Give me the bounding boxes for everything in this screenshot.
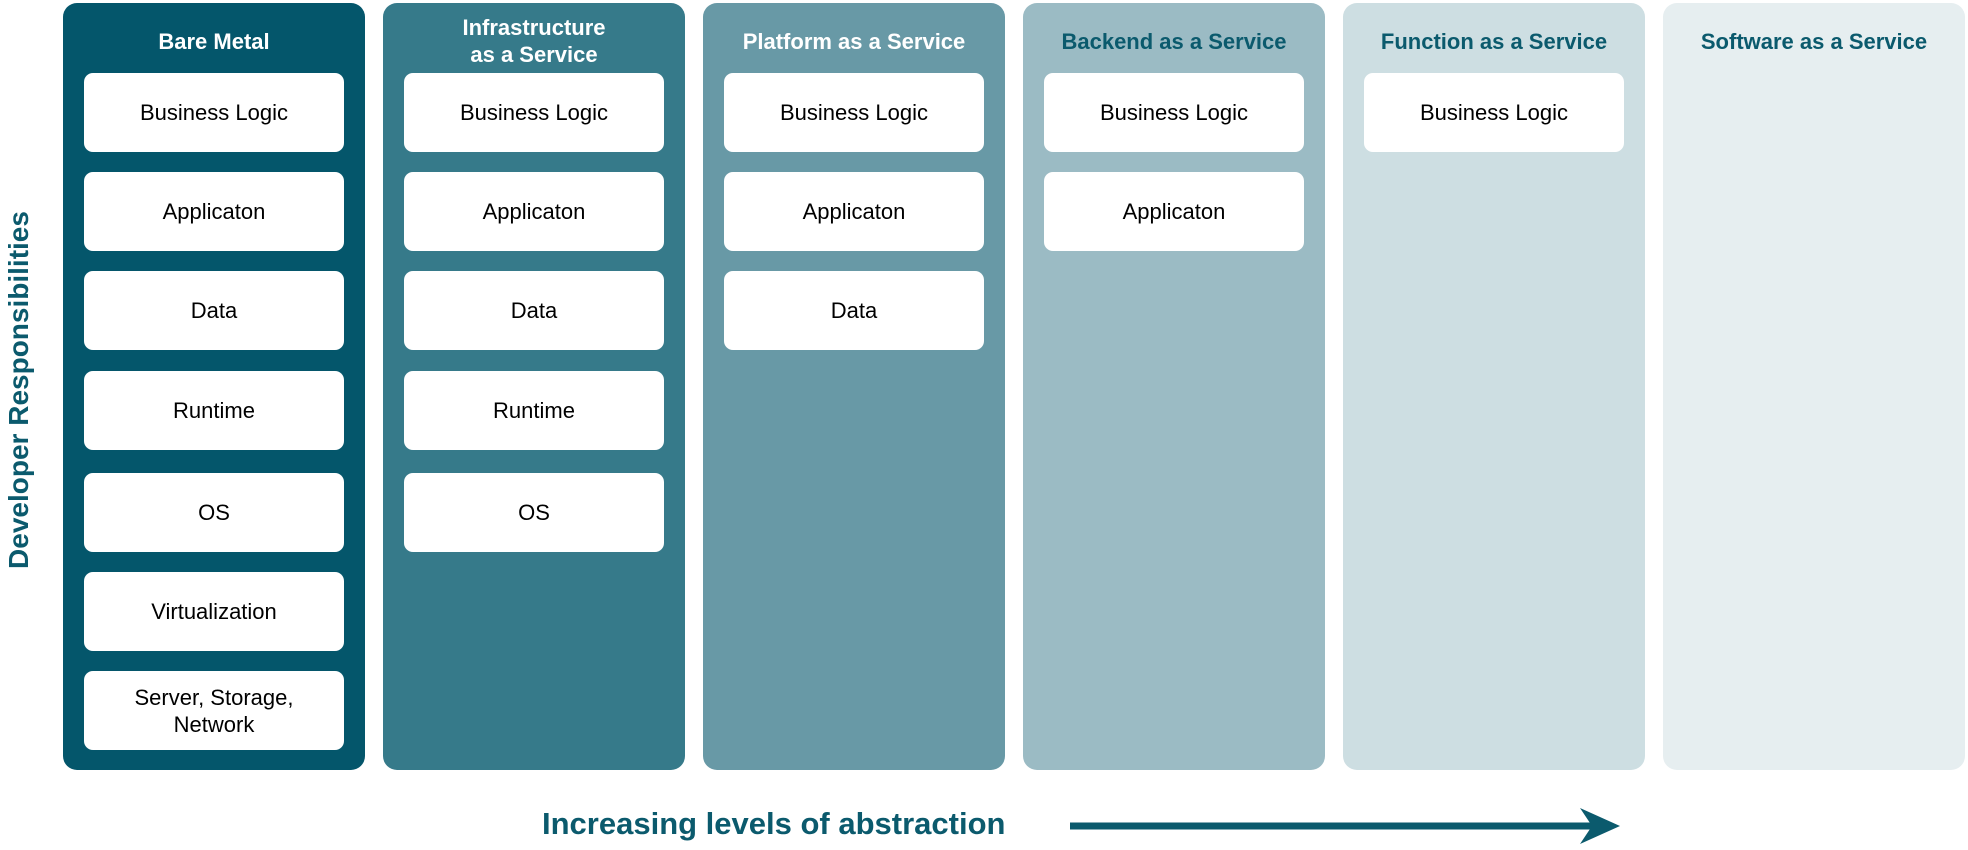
column-title: Software as a Service	[1700, 28, 1928, 54]
column-function-as-a-service: Function as a Service Business Logic	[1343, 3, 1645, 770]
responsibility-data: Data	[724, 271, 984, 350]
responsibility-applicaton: Applicaton	[404, 172, 664, 251]
abstraction-label: Increasing levels of abstraction	[542, 806, 1006, 841]
right-arrow-icon	[1070, 808, 1620, 844]
responsibility-os: OS	[404, 473, 664, 552]
column-backend-as-a-service: Backend as a Service Business Logic Applic…	[1023, 3, 1325, 770]
column-title: Infrastructure as a Service	[462, 15, 606, 67]
responsibility-business-logic: Business Logic	[84, 73, 344, 152]
column-title: Platform as a Service	[742, 28, 966, 54]
responsibility-applicaton: Applicaton	[84, 172, 344, 251]
responsibility-runtime: Runtime	[404, 371, 664, 450]
responsibility-applicaton: Applicaton	[1044, 172, 1304, 251]
column-software-as-a-service: Software as a Service	[1663, 3, 1965, 770]
responsibility-data: Data	[404, 271, 664, 350]
column-title: Bare Metal	[158, 28, 270, 54]
responsibility-business-logic: Business Logic	[724, 73, 984, 152]
responsibility-data: Data	[84, 271, 344, 350]
column-platform-as-a-service: Platform as a Service Business Logic Appli…	[703, 3, 1005, 770]
column-infrastructure-as-a-service: Infrastructure as a Service Business Logi…	[383, 3, 685, 770]
responsibility-virtualization: Virtualization	[84, 572, 344, 651]
responsibility-business-logic: Business Logic	[1044, 73, 1304, 152]
responsibility-runtime: Runtime	[84, 371, 344, 450]
responsibility-os: OS	[84, 473, 344, 552]
developer-responsibilities-label: Developer Responsibilities	[3, 211, 34, 569]
column-bare-metal: Bare Metal Business Logic Applicaton Data Ru…	[63, 3, 365, 770]
responsibility-business-logic: Business Logic	[404, 73, 664, 152]
responsibility-server-storage-network: Server, Storage, Network	[84, 671, 344, 750]
responsibility-business-logic: Business Logic	[1364, 73, 1624, 152]
column-title: Function as a Service	[1380, 28, 1608, 54]
responsibility-applicaton: Applicaton	[724, 172, 984, 251]
column-title: Backend as a Service	[1061, 28, 1287, 54]
